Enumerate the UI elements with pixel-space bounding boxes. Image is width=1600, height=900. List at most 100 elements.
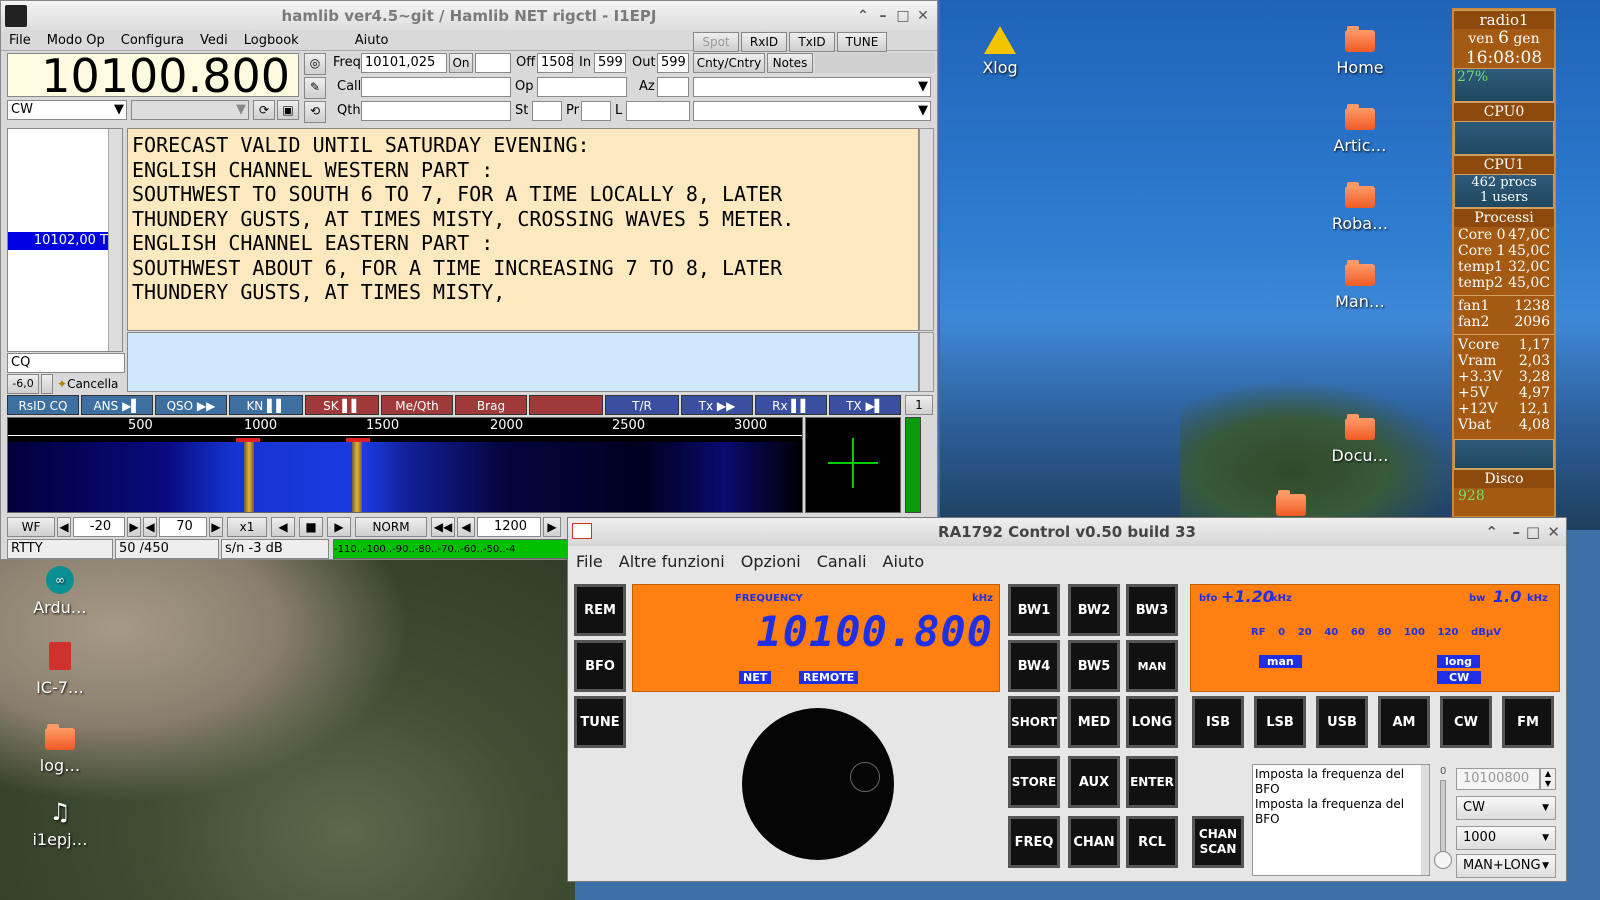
squelch-slider[interactable]	[41, 374, 53, 394]
chevron-left-icon[interactable]: ◀	[457, 517, 475, 537]
radio-toggle[interactable]	[1434, 851, 1452, 869]
status-mode[interactable]: RTTY	[7, 539, 113, 559]
vertical-slider[interactable]	[1440, 780, 1446, 860]
macro-tr[interactable]: T/R	[605, 395, 679, 415]
ra-titlebar[interactable]: RA1792 Control v0.50 build 33 ⌃ – □ ✕	[568, 518, 1566, 546]
st-field[interactable]	[532, 101, 562, 121]
carrier-freq-field[interactable]: 1200	[477, 517, 541, 537]
usb-button[interactable]: USB	[1316, 696, 1368, 748]
on-field[interactable]	[475, 53, 511, 73]
man-button[interactable]: MAN	[1126, 640, 1178, 692]
tune-toggle[interactable]: TUNE	[837, 32, 887, 52]
menu-aiuto[interactable]: Aiuto	[875, 552, 933, 571]
desktop-icon-log[interactable]: log…	[25, 724, 95, 775]
fldigi-titlebar[interactable]: hamlib ver4.5~git / Hamlib NET rigctl - …	[1, 1, 937, 31]
close-icon[interactable]: ✕	[1547, 518, 1560, 546]
bw5-button[interactable]: BW5	[1068, 640, 1120, 692]
agc-dropdown[interactable]: MAN+LONG ▼	[1456, 854, 1556, 878]
chevron-right-icon[interactable]: ▶	[209, 517, 223, 537]
desktop-icon-roba[interactable]: Roba…	[1325, 182, 1395, 233]
menu-aiuto[interactable]: Aiuto	[347, 33, 397, 48]
save-icon[interactable]: ▣	[277, 100, 299, 120]
short-button[interactable]: SHORT	[1008, 696, 1060, 748]
frequency-input[interactable]: 10100800	[1456, 768, 1540, 790]
rcl-button[interactable]: RCL	[1126, 816, 1178, 868]
mode-dropdown[interactable]: CW ▼	[1456, 796, 1556, 820]
speed-button[interactable]: NORM	[355, 517, 427, 537]
macro-sk[interactable]: SK ▌▌	[305, 395, 379, 415]
desktop-icon-manuali[interactable]: Man…	[1325, 260, 1395, 311]
rewind-icon[interactable]: ◀	[271, 517, 295, 537]
chevron-left-icon[interactable]: ◀	[57, 517, 71, 537]
rst-out-field[interactable]: 599	[657, 53, 689, 73]
comment-select[interactable]: ▼	[693, 101, 931, 121]
bfo-button[interactable]: BFO	[574, 640, 626, 692]
clear-log-icon[interactable]: ✎	[304, 77, 326, 99]
freq-field[interactable]: 10101,025	[361, 53, 447, 73]
cnty-button[interactable]: Cnty/Cntry	[693, 53, 765, 73]
rxid-toggle[interactable]: RxID	[741, 32, 787, 52]
desktop-icon-arduino[interactable]: ∞ Ardu…	[25, 566, 95, 617]
macro-rsid-cq[interactable]: RsID CQ	[7, 395, 79, 415]
list-scrollbar[interactable]	[108, 129, 122, 351]
wf-mode-button[interactable]: WF	[7, 517, 55, 537]
squelch-value[interactable]: -6,0	[7, 374, 39, 394]
macro-me-qth[interactable]: Me/Qth	[381, 395, 453, 415]
list-item-selected[interactable]: 10102,00 T	[8, 232, 110, 250]
spin-arrows-icon[interactable]: ▲ ▼	[1540, 768, 1556, 790]
desktop-icon-xlog[interactable]: Xlog	[970, 26, 1030, 77]
chan-scan-button[interactable]: CHAN SCAN	[1192, 816, 1244, 868]
desktop-icon-home[interactable]: Home	[1325, 26, 1395, 77]
chevron-right-icon[interactable]: ▶	[543, 517, 561, 537]
log-scrollbar[interactable]	[1421, 765, 1429, 875]
menu-file[interactable]: File	[1, 33, 39, 48]
bandwidth-dropdown[interactable]: 1000 ▼	[1456, 826, 1556, 850]
call-field[interactable]	[361, 77, 511, 97]
play-icon[interactable]: ▶	[327, 517, 351, 537]
fm-button[interactable]: FM	[1502, 696, 1554, 748]
menu-opzioni[interactable]: Opzioni	[733, 552, 809, 571]
chevron-right-icon[interactable]: ▶	[127, 517, 141, 537]
macro-page-button[interactable]: 1	[905, 395, 933, 415]
aux-button[interactable]: AUX	[1068, 756, 1120, 808]
mode-select[interactable]: CW ▼	[7, 100, 127, 120]
desktop-icon-i1epj[interactable]: ♫ i1epj…	[25, 798, 95, 849]
rem-button[interactable]: REM	[574, 584, 626, 636]
bw3-button[interactable]: BW3	[1126, 584, 1178, 636]
tx-scrollbar[interactable]	[919, 332, 934, 392]
desktop-icon-ic7[interactable]: IC-7…	[25, 642, 95, 697]
pause-icon[interactable]: ■	[299, 517, 323, 537]
collapse-icon[interactable]: ⌃	[853, 1, 873, 31]
store-button[interactable]: STORE	[1008, 756, 1060, 808]
op-field[interactable]	[537, 77, 627, 97]
am-button[interactable]: AM	[1378, 696, 1430, 748]
collapse-icon[interactable]: ⌃	[1485, 518, 1498, 546]
isb-button[interactable]: ISB	[1192, 696, 1244, 748]
macro-empty[interactable]	[529, 395, 603, 415]
tx-text-panel[interactable]	[127, 332, 919, 392]
bandwidth-select[interactable]: ▼	[131, 100, 249, 120]
lsb-button[interactable]: LSB	[1254, 696, 1306, 748]
refresh-icon[interactable]: ⟳	[253, 100, 275, 120]
menu-configura[interactable]: Configura	[113, 33, 192, 48]
tuning-knob[interactable]	[742, 708, 894, 860]
qth-field[interactable]	[361, 101, 511, 121]
range-field[interactable]: 70	[159, 517, 207, 537]
chan-button[interactable]: CHAN	[1068, 816, 1120, 868]
rst-in-field[interactable]: 599	[594, 53, 626, 73]
country-select[interactable]: ▼	[693, 77, 931, 97]
log-save-icon[interactable]: ⟲	[304, 101, 326, 123]
menu-logbook[interactable]: Logbook	[236, 33, 307, 48]
freq-button[interactable]: FREQ	[1008, 816, 1060, 868]
off-field[interactable]: 1508	[537, 53, 574, 73]
rx-scrollbar[interactable]	[919, 128, 934, 331]
globe-icon[interactable]: ◎	[304, 53, 326, 75]
az-field[interactable]	[657, 77, 689, 97]
desktop-icon-documenti[interactable]: Docu…	[1325, 414, 1395, 465]
bw4-button[interactable]: BW4	[1008, 640, 1060, 692]
menu-modo-op[interactable]: Modo Op	[39, 33, 113, 48]
notes-button[interactable]: Notes	[767, 53, 813, 73]
log-list[interactable]: Imposta la frequenza del BFO Imposta la …	[1252, 764, 1430, 876]
cw-button[interactable]: CW	[1440, 696, 1492, 748]
macro-brag[interactable]: Brag	[455, 395, 527, 415]
